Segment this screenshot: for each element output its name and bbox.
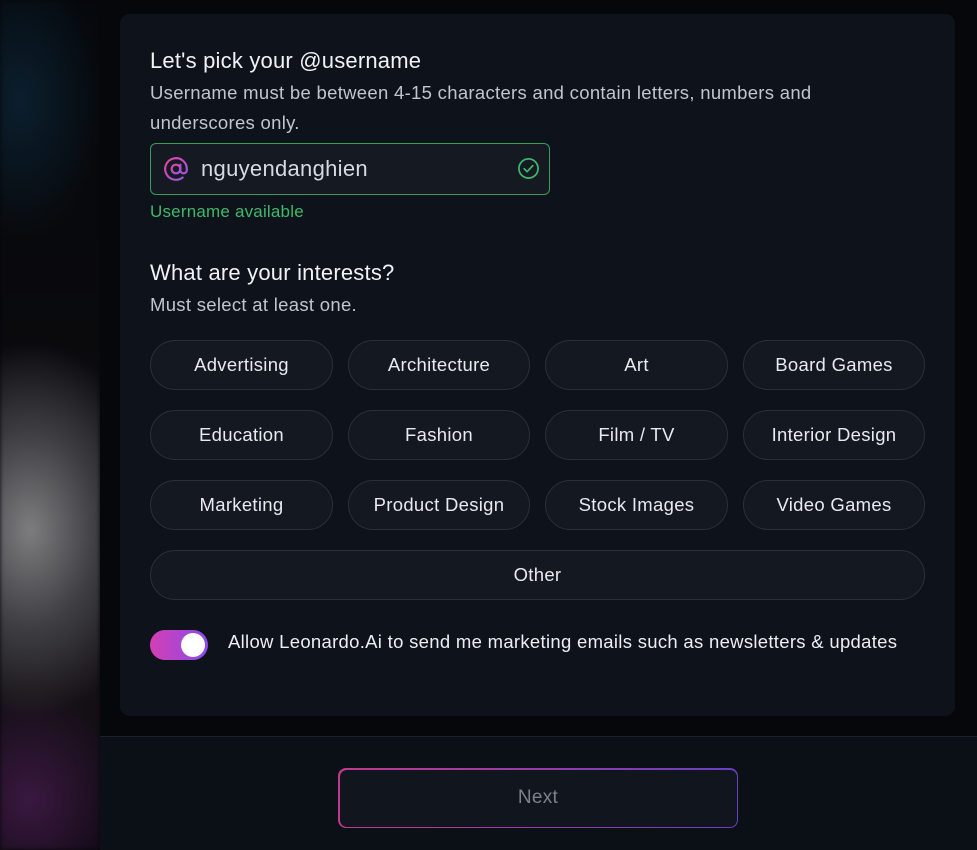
interest-chip-art[interactable]: Art xyxy=(545,340,728,390)
username-section-title: Let's pick your @username xyxy=(150,48,422,73)
at-sign-icon xyxy=(164,157,188,181)
username-rules-text: Username must be between 4-15 characters… xyxy=(150,82,812,133)
interest-chip-product-design[interactable]: Product Design xyxy=(348,480,530,530)
interest-chip-video-games[interactable]: Video Games xyxy=(743,480,925,530)
onboarding-modal: Let's pick your @username Username must … xyxy=(100,0,977,850)
interest-chip-education[interactable]: Education xyxy=(150,410,333,460)
marketing-emails-toggle[interactable] xyxy=(150,630,208,660)
marketing-emails-label: Allow Leonardo.Ai to send me marketing e… xyxy=(228,631,898,652)
interests-hint-text: Must select at least one. xyxy=(150,294,357,315)
interest-chip-stock-images[interactable]: Stock Images xyxy=(545,480,728,530)
next-button[interactable]: Next xyxy=(338,768,738,828)
username-field[interactable] xyxy=(150,143,550,195)
username-availability-status: Username available xyxy=(150,202,304,221)
interest-chip-film-tv[interactable]: Film / TV xyxy=(545,410,728,460)
profile-setup-card: Let's pick your @username Username must … xyxy=(120,14,955,716)
background-backdrop xyxy=(0,0,100,850)
interest-chip-advertising[interactable]: Advertising xyxy=(150,340,333,390)
modal-footer: Next xyxy=(100,737,977,850)
username-input[interactable] xyxy=(201,144,501,193)
interest-chip-board-games[interactable]: Board Games xyxy=(743,340,925,390)
interest-chip-other[interactable]: Other xyxy=(150,550,925,600)
toggle-knob xyxy=(181,633,205,657)
interests-section-title: What are your interests? xyxy=(150,260,395,285)
interest-chip-interior-design[interactable]: Interior Design xyxy=(743,410,925,460)
interest-chip-fashion[interactable]: Fashion xyxy=(348,410,530,460)
check-circle-icon xyxy=(518,158,539,179)
interest-chip-marketing[interactable]: Marketing xyxy=(150,480,333,530)
interest-chip-architecture[interactable]: Architecture xyxy=(348,340,530,390)
next-button-label: Next xyxy=(339,769,737,827)
